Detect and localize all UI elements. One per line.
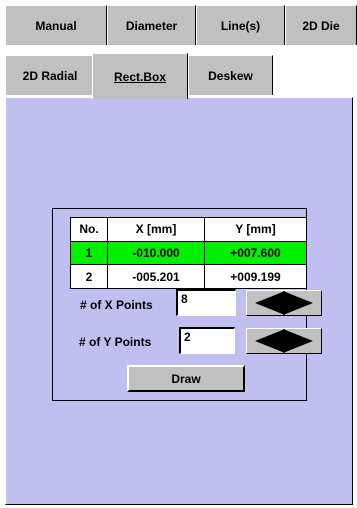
points-table: No. X [mm] Y [mm] 1 -010.000 +007.600 2 …	[70, 217, 307, 289]
arrow-right-icon[interactable]	[283, 291, 313, 315]
tab-deskew[interactable]: Deskew	[188, 55, 273, 95]
tab-label: 2D Die	[302, 18, 340, 33]
table-row[interactable]: 1 -010.000 +007.600	[70, 240, 307, 266]
tab-label: Rect.Box	[113, 69, 166, 84]
tab-lines[interactable]: Line(s)	[196, 5, 285, 45]
x-points-spinner[interactable]	[246, 290, 322, 316]
tab-label: 2D Radial	[22, 68, 78, 83]
x-points-input[interactable]: 8	[176, 289, 236, 316]
tab-manual[interactable]: Manual	[5, 5, 107, 45]
cell-y: +007.600	[204, 240, 307, 266]
tab-label: Line(s)	[220, 18, 261, 33]
arrow-left-icon[interactable]	[255, 291, 285, 315]
cell-y: +009.199	[204, 264, 307, 289]
tab-diameter[interactable]: Diameter	[107, 5, 196, 45]
y-points-label: # of Y Points	[79, 335, 152, 349]
cell-no: 2	[70, 264, 108, 289]
column-header: X [mm]	[107, 217, 205, 242]
cell-x: -010.000	[107, 240, 205, 266]
table-header-row: No. X [mm] Y [mm]	[70, 217, 307, 242]
table-row[interactable]: 2 -005.201 +009.199	[70, 264, 307, 289]
y-points-spinner[interactable]	[246, 328, 322, 354]
tab-label: Deskew	[208, 68, 253, 83]
y-points-input[interactable]: 2	[179, 327, 235, 354]
x-points-label: # of X Points	[80, 298, 153, 312]
column-header: Y [mm]	[204, 217, 307, 242]
cell-no: 1	[70, 240, 108, 266]
tab-label: Diameter	[125, 18, 178, 33]
draw-button[interactable]: Draw	[127, 365, 245, 392]
tab-2d-die[interactable]: 2D Die	[285, 5, 357, 45]
arrow-right-icon[interactable]	[283, 329, 313, 353]
tab-rect-box[interactable]: Rect.Box	[92, 53, 188, 99]
cell-x: -005.201	[107, 264, 205, 289]
tab-2d-radial[interactable]: 2D Radial	[5, 55, 95, 95]
arrow-left-icon[interactable]	[255, 329, 285, 353]
column-header: No.	[70, 217, 108, 242]
tab-label: Manual	[35, 18, 77, 33]
